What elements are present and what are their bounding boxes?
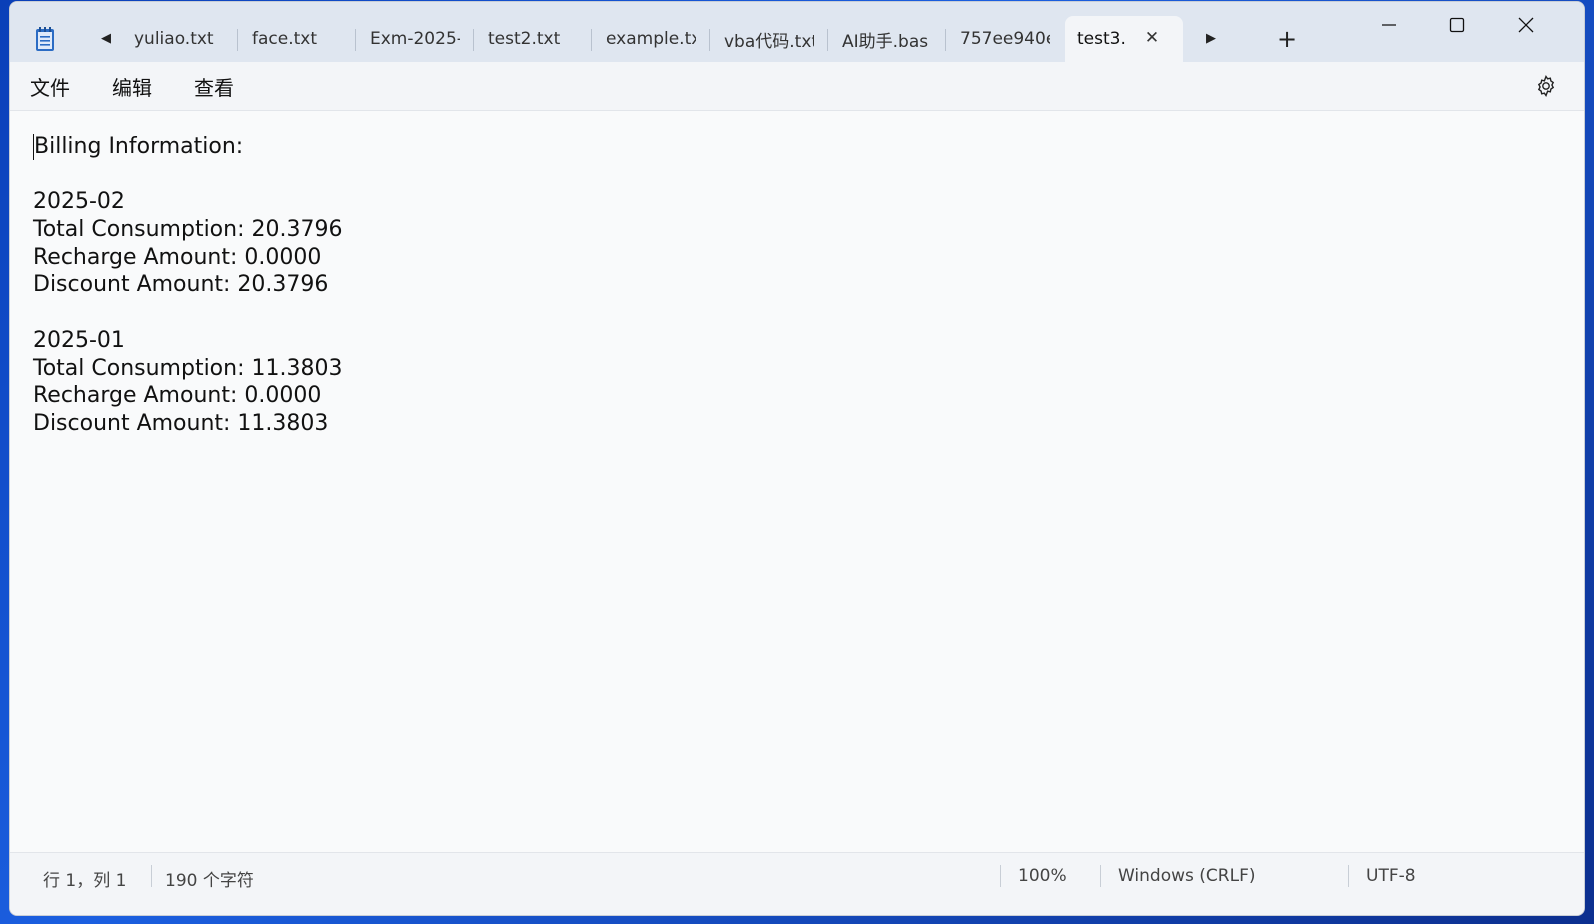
status-bar: 行 1，列 1 190 个字符 100% Windows (CRLF) UTF-…	[10, 852, 1584, 915]
tab-label: vba代码.txt	[724, 31, 814, 52]
tab-label: Exm-2025-02	[370, 29, 460, 49]
status-cursor-position[interactable]: 行 1，列 1	[43, 866, 126, 891]
tab-label: test2.txt	[488, 29, 561, 49]
text-line: Recharge Amount: 0.0000	[33, 244, 322, 270]
status-line-ending[interactable]: Windows (CRLF)	[1118, 866, 1256, 886]
tab-label: test3.	[1077, 29, 1126, 49]
tab-exm[interactable]: Exm-2025-02	[356, 16, 474, 62]
text-line: Discount Amount: 20.3796	[33, 272, 329, 298]
status-divider	[1348, 865, 1349, 887]
tab-face[interactable]: face.txt	[238, 16, 356, 62]
text-line: Total Consumption: 20.3796	[33, 217, 343, 243]
text-line: Discount Amount: 11.3803	[33, 410, 329, 436]
tab-yuliao[interactable]: yuliao.txt	[120, 16, 238, 62]
tab-label: AI助手.bas	[842, 31, 929, 52]
status-char-count[interactable]: 190 个字符	[165, 866, 254, 891]
close-icon[interactable]	[1503, 8, 1549, 42]
gear-icon[interactable]	[1534, 74, 1558, 98]
text-editor[interactable]: Billing Information: 2025-02 Total Consu…	[10, 111, 1584, 853]
menu-edit[interactable]: 编辑	[112, 72, 152, 101]
plus-icon[interactable]: +	[1274, 26, 1300, 52]
tab-757ee940[interactable]: 757ee940e92	[946, 16, 1064, 62]
title-bar: ◀ yuliao.txt face.txt Exm-2025-02 test2.…	[10, 2, 1584, 62]
tab-test2[interactable]: test2.txt	[474, 16, 592, 62]
tab-vba[interactable]: vba代码.txt	[710, 16, 828, 62]
chevron-right-icon[interactable]: ▶	[1201, 28, 1221, 48]
minimize-icon[interactable]	[1366, 8, 1412, 42]
tab-label: 757ee940e92	[960, 29, 1050, 49]
tab-ai-assistant[interactable]: AI助手.bas	[828, 16, 946, 62]
notepad-icon[interactable]	[34, 26, 56, 52]
text-line	[33, 161, 1584, 189]
status-zoom[interactable]: 100%	[1018, 866, 1067, 886]
maximize-icon[interactable]	[1434, 8, 1480, 42]
text-line: 2025-02	[33, 189, 125, 215]
tab-label: yuliao.txt	[134, 29, 214, 49]
menu-file[interactable]: 文件	[30, 72, 70, 101]
status-divider	[151, 865, 152, 887]
tab-label: example.txt	[606, 29, 696, 49]
status-divider	[1000, 865, 1001, 887]
text-line: Total Consumption: 11.3803	[33, 355, 343, 381]
close-icon[interactable]: ✕	[1143, 29, 1161, 47]
text-line: Billing Information:	[33, 134, 244, 160]
tab-test3[interactable]: test3. ✕	[1065, 16, 1183, 62]
text-line: Recharge Amount: 0.0000	[33, 383, 322, 409]
notepad-window: ◀ yuliao.txt face.txt Exm-2025-02 test2.…	[9, 1, 1585, 916]
menu-bar: 文件 编辑 查看	[10, 62, 1584, 111]
menu-view[interactable]: 查看	[194, 72, 234, 101]
status-divider	[1100, 865, 1101, 887]
chevron-left-icon[interactable]: ◀	[96, 28, 116, 48]
status-encoding[interactable]: UTF-8	[1366, 866, 1416, 886]
tab-label: face.txt	[252, 29, 318, 49]
text-line	[33, 299, 1584, 327]
tab-example[interactable]: example.txt	[592, 16, 710, 62]
text-line: 2025-01	[33, 327, 125, 353]
